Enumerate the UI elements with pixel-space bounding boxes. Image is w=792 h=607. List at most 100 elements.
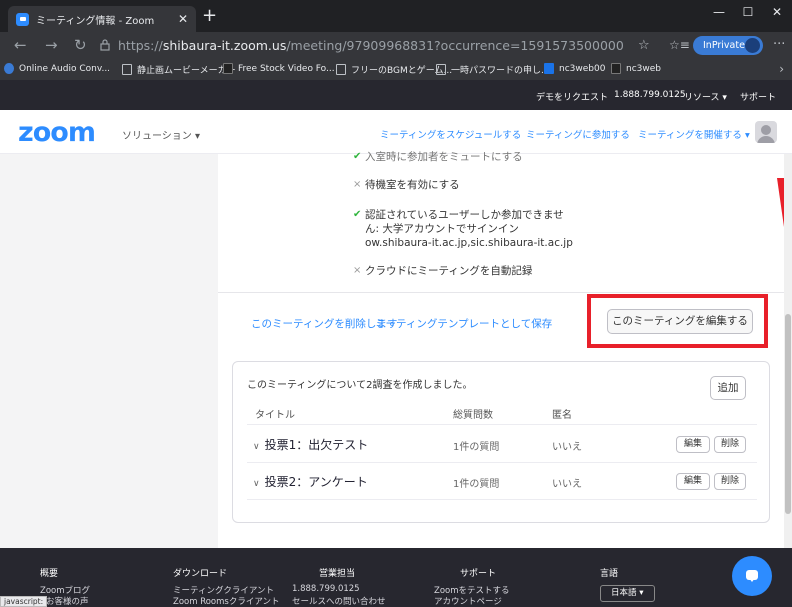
poll-title-toggle[interactable]: ∨ 投票2：アンケート [253, 473, 368, 490]
bookmark-item[interactable]: 静止画ムービーメーカー [122, 63, 236, 76]
check-icon: ✔ [353, 151, 362, 162]
browser-tab[interactable]: ミーティング情報 - Zoom ✕ [8, 6, 196, 32]
url-field[interactable]: https://shibaura-it.zoom.us/meeting/9790… [118, 38, 624, 53]
user-avatar[interactable] [755, 121, 777, 143]
poll-anonymous: いいえ [552, 442, 582, 453]
option-waiting-room: × 待機室を有効にする [353, 179, 460, 191]
highlight-box [587, 294, 768, 348]
stock-video-icon [223, 63, 233, 74]
polls-intro: このミーティングについて2調査を作成しました。 [247, 380, 473, 391]
solutions-menu[interactable]: ソリューション ▾ [122, 127, 200, 142]
bookmark-item[interactable]: Online Audio Conv... [4, 63, 110, 74]
save-template-link[interactable]: ミーティングテンプレートとして保存 [375, 316, 552, 331]
chat-button[interactable] [732, 556, 772, 596]
polls-card: このミーティングについて2調査を作成しました。 追加 タイトル 総質問数 匿名 … [232, 361, 770, 523]
inprivate-button[interactable]: InPrivate [693, 36, 763, 55]
footer-heading: 営業担当 [319, 569, 356, 579]
schedule-meeting-link[interactable]: ミーティングをスケジュールする [380, 127, 521, 141]
favorite-star-icon[interactable]: ☆ [638, 38, 650, 53]
delete-poll-button[interactable]: 削除 [714, 436, 746, 453]
forward-icon[interactable]: → [45, 36, 58, 54]
row-divider [247, 424, 757, 425]
zoom-nav: zoom ソリューション ▾ ミーティングをスケジュールする ミーティングに参加… [0, 110, 792, 154]
footer-heading: 言語 [600, 569, 619, 579]
back-icon[interactable]: ← [14, 36, 27, 54]
poll-question-count: 1件の質問 [453, 479, 500, 490]
bookmark-item[interactable]: フリーのBGMとゲーム... [336, 63, 452, 76]
page-icon [436, 64, 446, 75]
language-select[interactable]: 日本語 ▾ [600, 585, 655, 602]
column-anonymous: 匿名 [552, 410, 572, 421]
footer-link[interactable]: お客様の声 [46, 595, 89, 607]
cross-icon: × [353, 179, 362, 190]
bookmarks-bar: Online Audio Conv... 静止画ムービーメーカー Free St… [0, 60, 792, 80]
inprivate-label: InPrivate [703, 40, 745, 51]
nc3-icon [544, 63, 554, 74]
footer-link[interactable]: セールスへの問い合わせ [292, 595, 386, 607]
nc3-icon [611, 63, 621, 74]
bookmark-item[interactable]: Free Stock Video Fo... [223, 63, 335, 74]
bookmark-item[interactable]: nc3web00 [544, 63, 605, 74]
minimize-icon[interactable]: — [709, 5, 729, 19]
browser-titlebar: ミーティング情報 - Zoom ✕ + — ☐ ✕ [0, 0, 792, 32]
more-options-icon[interactable]: ··· [773, 37, 785, 52]
audio-converter-icon [4, 63, 14, 74]
footer-link[interactable]: Zoom Roomsクライアント [173, 595, 280, 607]
column-question-count: 総質問数 [453, 410, 493, 421]
zoom-logo[interactable]: zoom [18, 117, 96, 148]
close-tab-icon[interactable]: ✕ [178, 12, 188, 26]
favorites-icon[interactable]: ☆≡ [669, 38, 690, 52]
page-scrollbar[interactable] [784, 154, 792, 548]
poll-title-toggle[interactable]: ∨ 投票1：出欠テスト [253, 436, 368, 453]
sidebar [0, 154, 218, 548]
scroll-thumb[interactable] [785, 314, 791, 514]
footer-heading: サポート [460, 569, 497, 579]
status-bar-text: javascript: [0, 596, 48, 607]
tab-title: ミーティング情報 - Zoom [36, 15, 155, 27]
profile-avatar [745, 38, 760, 53]
reload-icon[interactable]: ↻ [74, 36, 87, 54]
phone-number: 1.888.799.0125 [614, 90, 686, 100]
lock-icon [100, 39, 110, 51]
poll-anonymous: いいえ [552, 479, 582, 490]
url-path: /meeting/97909968831?occurrence=15915735… [286, 38, 624, 53]
support-link[interactable]: サポート [740, 90, 776, 103]
column-title: タイトル [255, 410, 295, 421]
cross-icon: × [353, 265, 362, 276]
option-cloud-record: × クラウドにミーティングを自動記録 [353, 265, 533, 277]
add-poll-button[interactable]: 追加 [710, 376, 746, 400]
join-meeting-link[interactable]: ミーティングに参加する [526, 127, 630, 141]
edit-poll-button[interactable]: 編集 [676, 436, 710, 453]
poll-question-count: 1件の質問 [453, 442, 500, 453]
bookmark-item[interactable]: 一時パスワードの申し... [436, 63, 550, 76]
zoom-favicon-icon [16, 12, 29, 26]
option-mute-on-entry: ✔ 入室時に参加者をミュートにする [353, 151, 523, 163]
chevron-right-icon[interactable]: › [779, 62, 784, 76]
zoom-top-bar: デモをリクエスト 1.888.799.0125 リソース ▾ サポート [0, 80, 792, 110]
url-scheme: https:// [118, 38, 163, 53]
footer: 概要 Zoomブログ お客様の声 ダウンロード ミーティングクライアント Zoo… [0, 548, 792, 607]
host-meeting-menu[interactable]: ミーティングを開催する ▾ [638, 127, 750, 141]
footer-heading: ダウンロード [173, 569, 228, 579]
chevron-down-icon: ∨ [253, 479, 260, 489]
maximize-icon[interactable]: ☐ [738, 5, 758, 19]
divider [218, 292, 784, 293]
option-authentication: ✔ 認証されているユーザーしか参加できませ ん: 大学アカウントでサインイン o… [353, 209, 573, 249]
row-divider [247, 499, 757, 500]
check-icon: ✔ [353, 209, 362, 220]
edit-poll-button[interactable]: 編集 [676, 473, 710, 490]
chevron-down-icon: ∨ [253, 442, 260, 452]
url-host: shibaura-it.zoom.us [162, 38, 287, 53]
request-demo-link[interactable]: デモをリクエスト [536, 90, 608, 103]
delete-poll-button[interactable]: 削除 [714, 473, 746, 490]
row-divider [247, 462, 757, 463]
close-window-icon[interactable]: ✕ [767, 5, 787, 19]
resources-menu[interactable]: リソース ▾ [684, 90, 727, 103]
address-bar: ← → ↻ https://shibaura-it.zoom.us/meetin… [0, 32, 792, 60]
footer-link[interactable]: アカウントページ [434, 595, 502, 607]
new-tab-icon[interactable]: + [202, 6, 217, 26]
bookmark-item[interactable]: nc3web [611, 63, 661, 74]
page-icon [336, 64, 346, 75]
page-icon [122, 64, 132, 75]
footer-heading: 概要 [40, 569, 59, 579]
